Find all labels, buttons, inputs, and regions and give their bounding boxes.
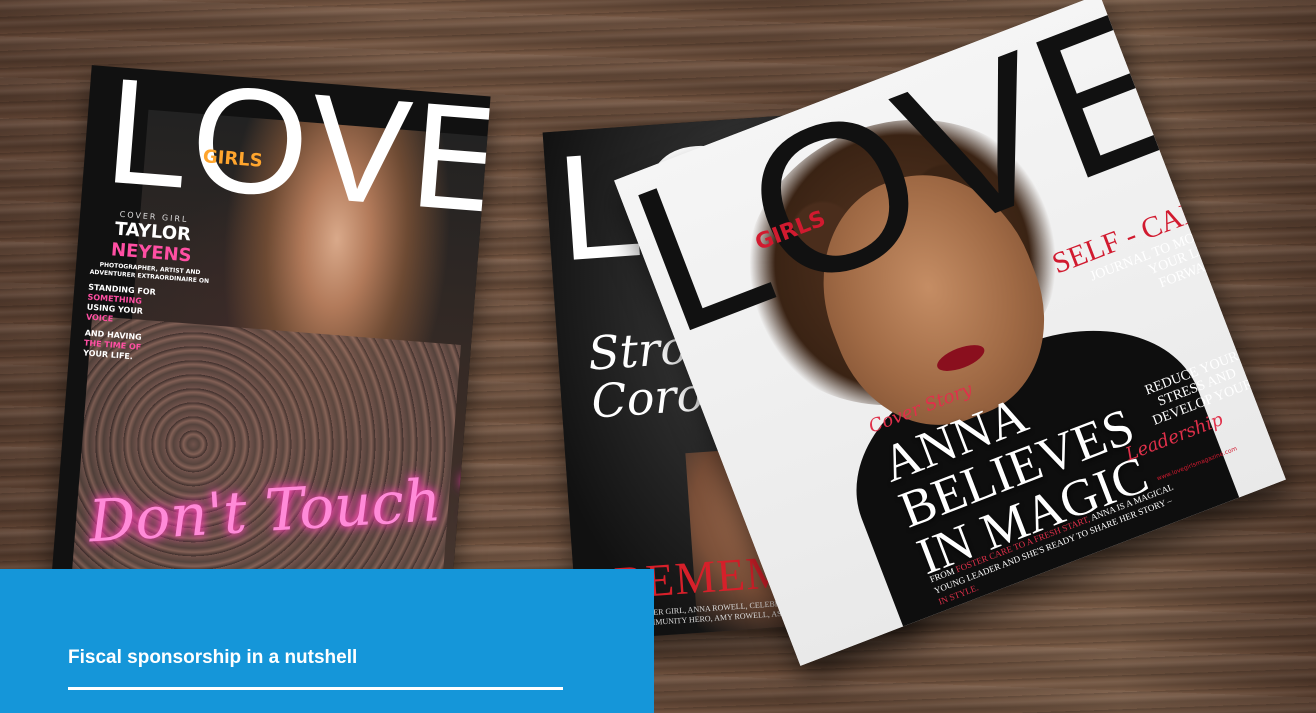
cover-line-1: STANDING FOR SOMETHING USING YOUR VOICE: [86, 282, 209, 331]
caption-title: Fiscal sponsorship in a nutshell: [68, 647, 358, 668]
caption-divider: [68, 687, 563, 690]
cover-lines: COVER GIRL TAYLOR NEYENS PHOTOGRAPHER, A…: [83, 208, 214, 368]
cover-line-highlight: VOICE: [85, 312, 114, 324]
magazine-cover-left: LOVE GIRLS COVER GIRL TAYLOR NEYENS PHOT…: [49, 65, 491, 635]
masthead: LOVE: [100, 65, 491, 246]
caption-panel: Fiscal sponsorship in a nutshell: [0, 569, 654, 713]
